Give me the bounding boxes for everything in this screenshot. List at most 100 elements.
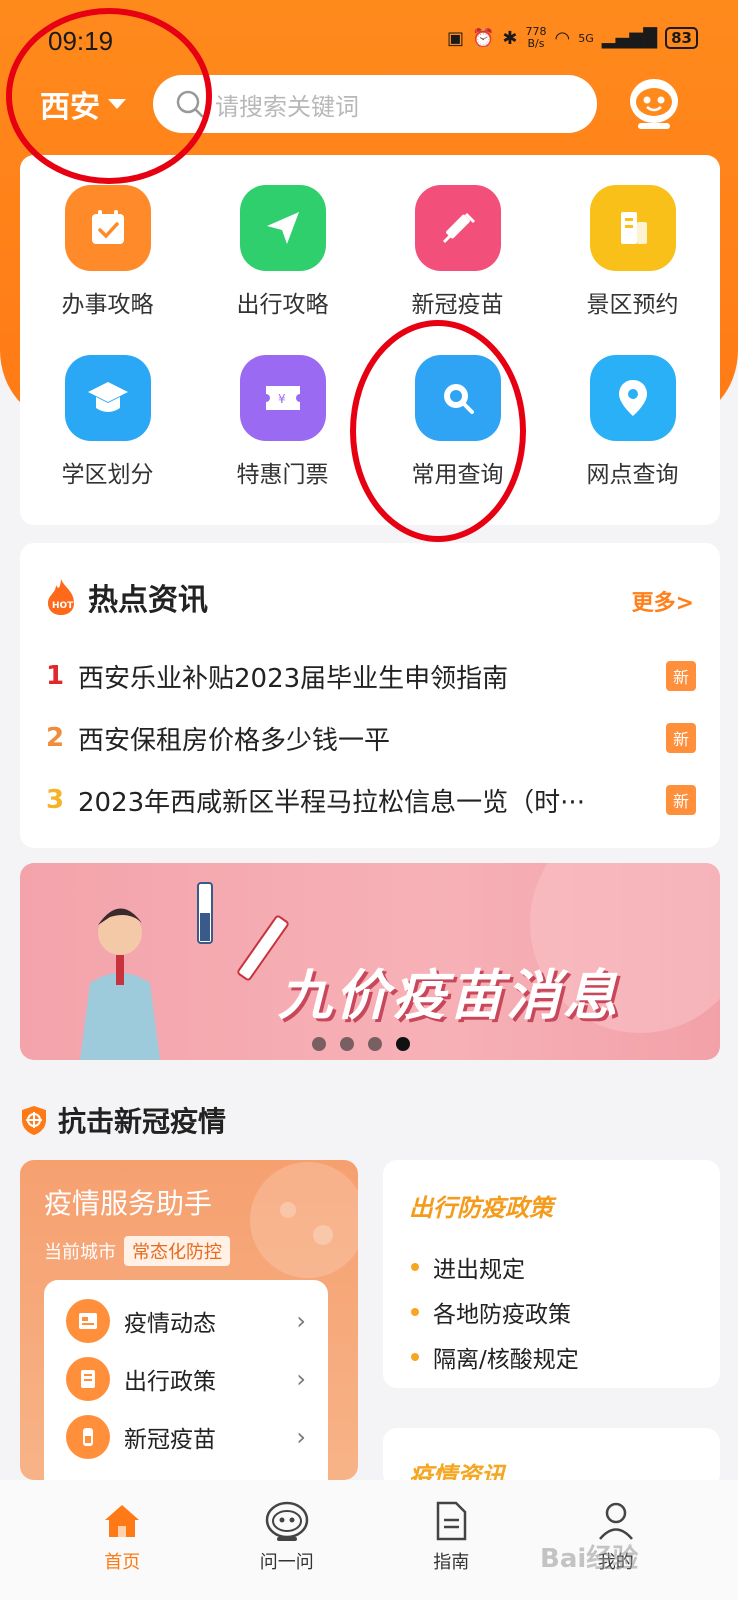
policy-item[interactable]: 隔离/核酸规定 [411, 1334, 579, 1379]
service-item-guide[interactable]: 办事攻略 [20, 185, 195, 319]
carousel-dots [312, 1037, 410, 1051]
assistant-row-travel[interactable]: 出行政策 › [66, 1354, 306, 1404]
search-placeholder: 请搜索关键词 [215, 92, 359, 121]
robot-assistant-icon[interactable] [626, 75, 682, 131]
bullet [411, 1352, 419, 1361]
document-icon [437, 1501, 467, 1541]
status-time: 09:19 [48, 26, 114, 56]
tab-ask[interactable]: 问一问 [227, 1480, 347, 1600]
service-item-ticket[interactable]: ¥ 特惠门票 [195, 355, 370, 489]
robot-icon [265, 1501, 308, 1541]
assistant-row-vaccine[interactable]: 新冠疫苗 › [66, 1412, 306, 1462]
policy-item-label: 进出规定 [433, 1256, 525, 1283]
service-tile [64, 355, 151, 441]
chevron-right-icon: › [296, 1423, 306, 1451]
tab-label: 问一问 [259, 1552, 314, 1573]
service-tile [414, 185, 501, 271]
chevron-down-icon [108, 99, 126, 109]
syringe-icon [442, 212, 475, 244]
travel-policy-card[interactable]: 出行防疫政策 进出规定 各地防疫政策 隔离/核酸规定 [383, 1160, 720, 1388]
policy-item-label: 各地防疫政策 [433, 1301, 571, 1328]
tab-guide[interactable]: 指南 [391, 1480, 511, 1600]
policy-item[interactable]: 进出规定 [411, 1244, 579, 1289]
service-label: 景区预约 [586, 292, 679, 318]
news-rank: 1 [46, 661, 65, 691]
service-tile [589, 355, 676, 441]
assistant-row-label: 新冠疫苗 [124, 1427, 216, 1453]
city-selector[interactable]: 西安 [40, 82, 126, 126]
bullet [411, 1307, 419, 1316]
ticket-icon: ¥ [265, 386, 300, 410]
svg-text:¥: ¥ [278, 392, 286, 406]
wifi-icon: ◠ [554, 27, 571, 49]
service-label: 特惠门票 [236, 462, 329, 488]
assistant-menu: 疫情动态 › 出行政策 › 新冠疫苗 › [44, 1280, 328, 1480]
service-item-travel[interactable]: 出行攻略 [195, 185, 370, 319]
graduation-cap-icon [87, 382, 128, 412]
assistant-row-dynamics[interactable]: 疫情动态 › [66, 1296, 306, 1346]
signal-type: 5G [578, 31, 594, 45]
vial-icon [66, 1415, 110, 1459]
carousel-dot-active[interactable] [396, 1037, 410, 1051]
status-icons: ▣ ⏰ ✱ 778 B/s ◠ 5G ▂▄▆█ 83 [447, 26, 698, 50]
flame-icon: HOT [48, 579, 74, 615]
carousel-dot[interactable] [340, 1037, 354, 1051]
chevron-right-icon: › [296, 1307, 306, 1335]
battery-indicator: 83 [665, 27, 698, 49]
banner-title: 九价疫苗消息 [278, 964, 620, 1027]
location-pin-icon [618, 380, 647, 416]
shield-target-icon [22, 1106, 46, 1135]
signal-icon: ▂▄▆█ [601, 27, 658, 49]
vaccine-banner[interactable]: 九价疫苗消息 [20, 863, 720, 1060]
bluetooth-icon: ✱ [502, 27, 518, 49]
covid-info-card[interactable]: 疫情资讯 [383, 1428, 720, 1488]
news-list: 1 西安乐业补贴2023届毕业生申领指南 新 2 西安保租房价格多少钱一平 新 … [46, 645, 696, 831]
service-grid: 办事攻略 出行攻略 新冠疫苗 景区预约 学区划分 ¥ 特惠门票 常用查询 网点查… [20, 185, 720, 489]
calendar-check-icon [91, 210, 124, 244]
service-item-school[interactable]: 学区划分 [20, 355, 195, 489]
new-badge: 新 [666, 661, 696, 691]
more-link[interactable]: 更多> [632, 585, 694, 617]
hot-news-header: HOT 热点资讯 [44, 575, 208, 619]
hot-news-title: 热点资讯 [88, 583, 208, 618]
assistant-row-label: 出行政策 [124, 1369, 216, 1395]
search-icon [443, 384, 474, 414]
service-label: 出行攻略 [236, 292, 329, 318]
service-tile [239, 185, 326, 271]
watermark-logo: Bai经验 [540, 1544, 639, 1574]
policy-list: 进出规定 各地防疫政策 隔离/核酸规定 [411, 1244, 579, 1379]
search-icon [176, 90, 204, 118]
tab-home[interactable]: 首页 [62, 1480, 182, 1600]
service-tile [64, 185, 151, 271]
virus-illustration-icon [250, 1162, 358, 1278]
service-item-outlet[interactable]: 网点查询 [545, 355, 720, 489]
service-tile: ¥ [239, 355, 326, 441]
carousel-dot[interactable] [368, 1037, 382, 1051]
service-item-scenic[interactable]: 景区预约 [545, 185, 720, 319]
bullet [411, 1262, 419, 1271]
building-icon [620, 212, 647, 244]
service-label: 办事攻略 [61, 292, 154, 318]
service-item-vaccine[interactable]: 新冠疫苗 [370, 185, 545, 319]
carousel-dot[interactable] [312, 1037, 326, 1051]
policy-item[interactable]: 各地防疫政策 [411, 1289, 579, 1334]
policy-item-label: 隔离/核酸规定 [433, 1346, 579, 1373]
tab-label: 首页 [104, 1552, 141, 1573]
search-input[interactable]: 请搜索关键词 [153, 75, 597, 133]
hot-news-card: HOT 热点资讯 更多> 1 西安乐业补贴2023届毕业生申领指南 新 2 西安… [20, 543, 720, 848]
assistant-title: 疫情服务助手 [44, 1187, 213, 1220]
news-item[interactable]: 3 2023年西咸新区半程马拉松信息一览（时··· 新 [46, 769, 696, 831]
news-item[interactable]: 1 西安乐业补贴2023届毕业生申领指南 新 [46, 645, 696, 707]
new-badge: 新 [666, 785, 696, 815]
nfc-icon: ▣ [446, 27, 464, 49]
current-city-line: 当前城市 常态化防控 [44, 1236, 230, 1266]
status-bar: 09:19 ▣ ⏰ ✱ 778 B/s ◠ 5G ▂▄▆█ 83 [0, 0, 738, 70]
service-item-query[interactable]: 常用查询 [370, 355, 545, 489]
news-item[interactable]: 2 西安保租房价格多少钱一平 新 [46, 707, 696, 769]
news-icon [66, 1299, 110, 1343]
notebook-icon [66, 1357, 110, 1401]
service-label: 学区划分 [61, 462, 154, 488]
new-badge: 新 [666, 723, 696, 753]
net-speed: 778 B/s [526, 26, 547, 50]
service-tile [414, 355, 501, 441]
